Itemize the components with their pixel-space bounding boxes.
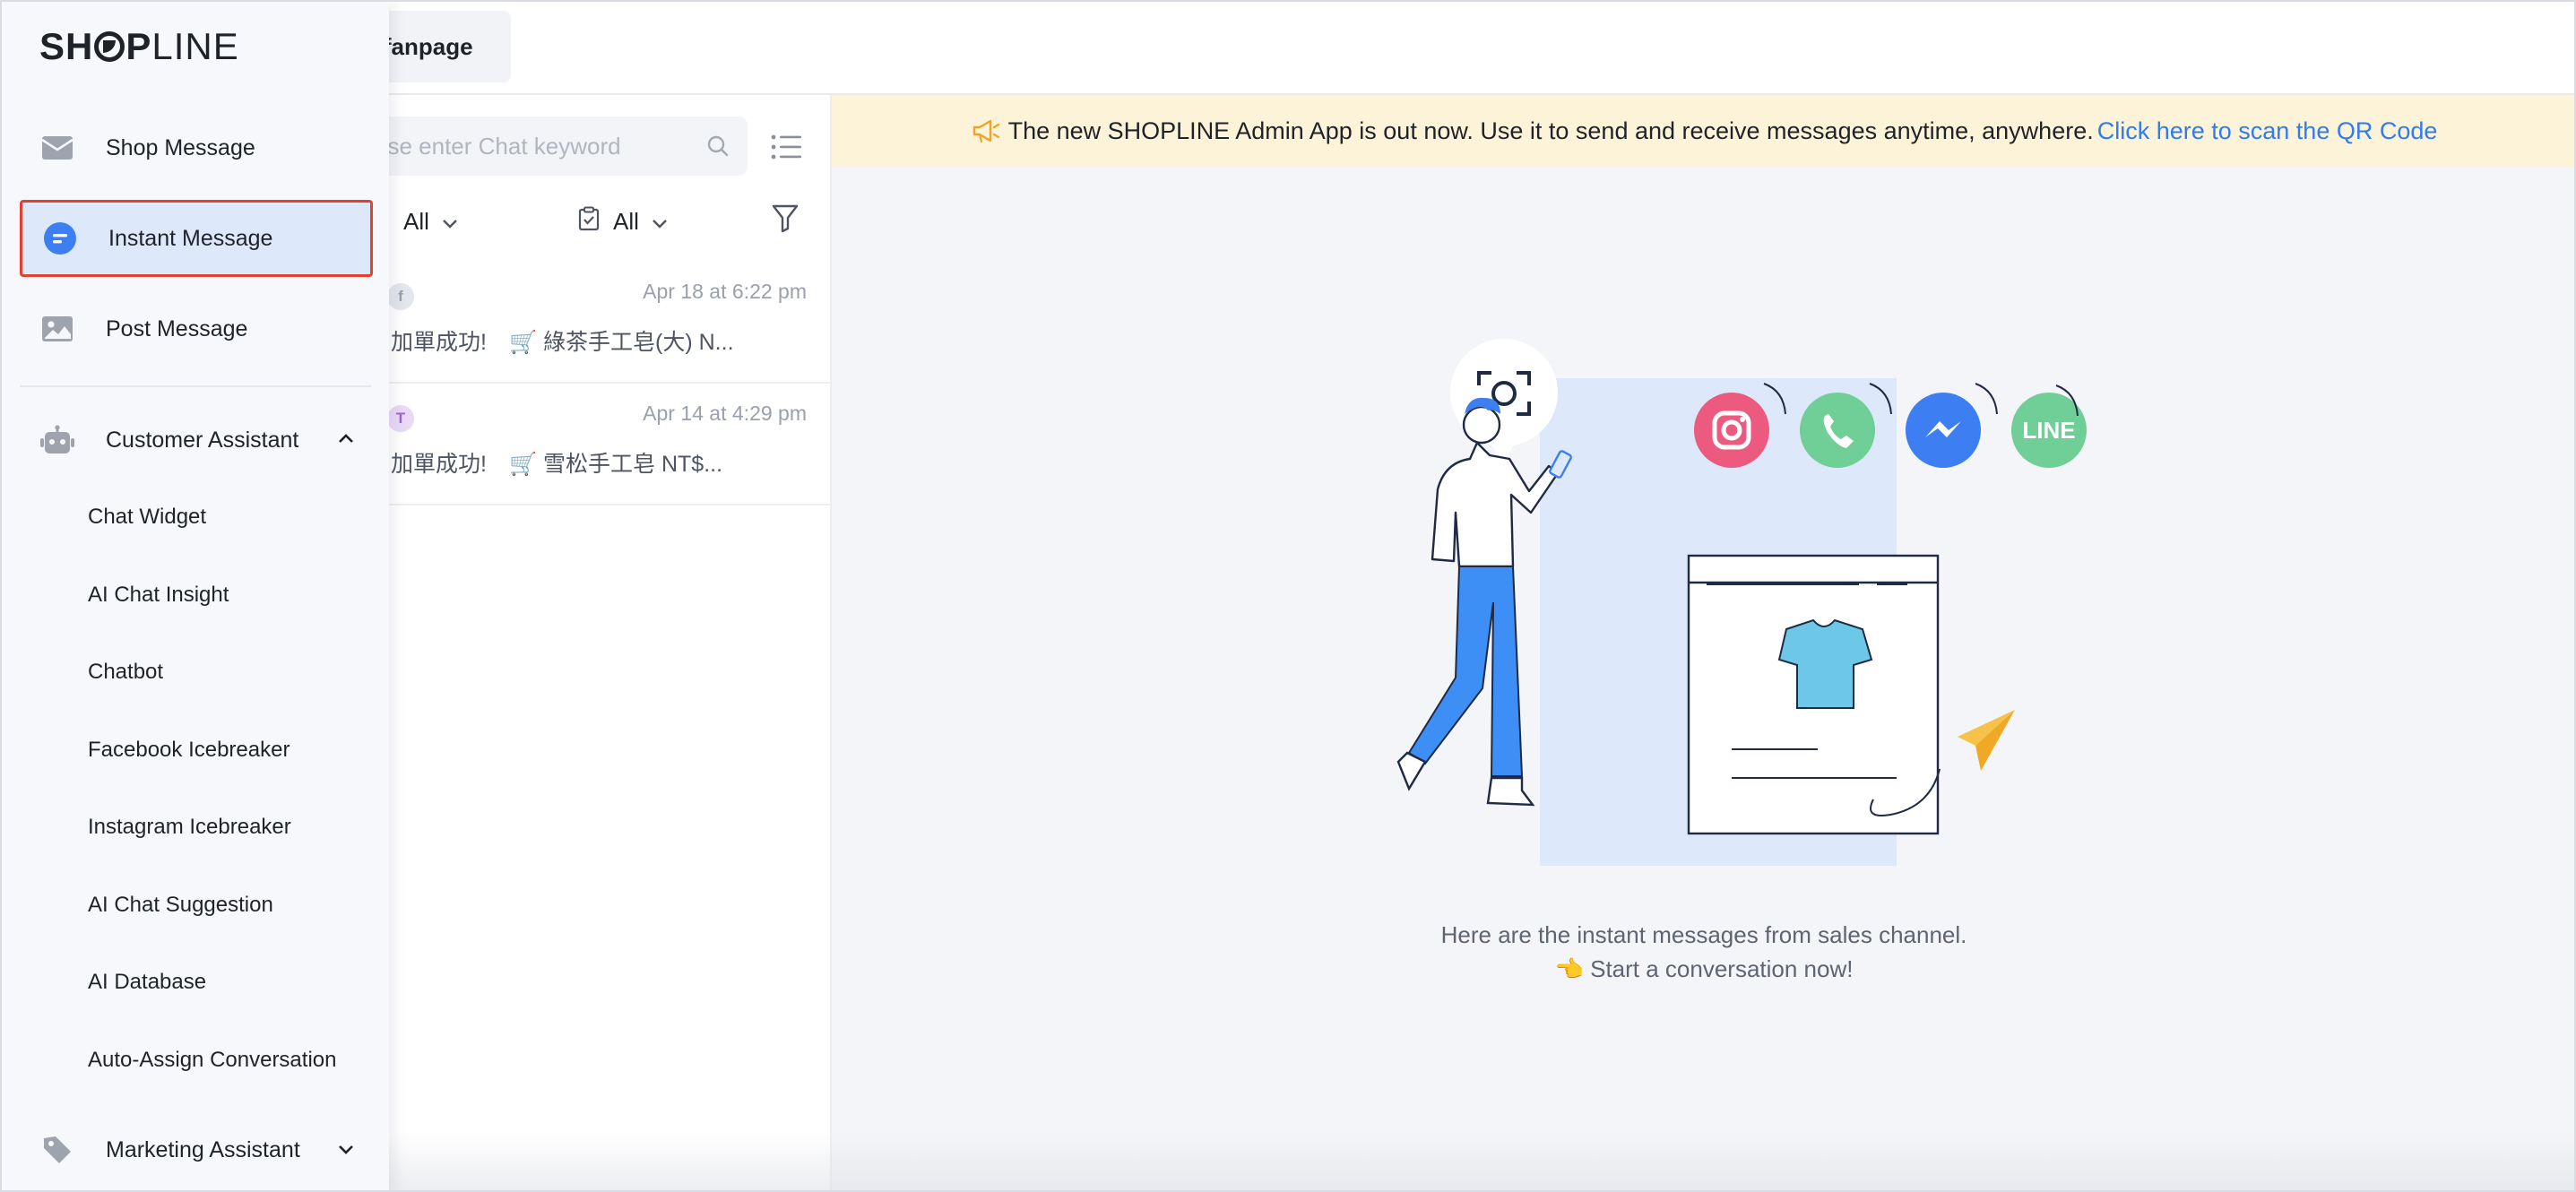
avatar: f	[387, 283, 414, 310]
status-filter-dropdown[interactable]: All	[577, 199, 668, 244]
empty-state-line-1: Here are the instant messages from sales…	[1440, 921, 1967, 948]
message-content-area: The new SHOPLINE Admin App is out now. U…	[832, 95, 2574, 1190]
conversation-preview: 加單成功! 🛒 雪松手工皂 NT$...	[391, 452, 723, 477]
logo-text-bold: SH	[39, 25, 94, 67]
sidebar-group-label: Customer Assistant	[106, 427, 299, 453]
conversation-timestamp: Apr 18 at 6:22 pm	[643, 280, 807, 303]
status-filter-label: All	[613, 207, 639, 235]
sidebar-divider	[20, 385, 371, 387]
chat-search-placeholder: ase enter Chat keyword	[375, 132, 621, 160]
chat-bubble-icon	[42, 220, 78, 256]
bottom-shadow	[389, 1131, 2574, 1190]
sidebar-group-marketing-assistant[interactable]: Marketing Assistant	[20, 1111, 373, 1188]
sidebar-subitem-auto-assign-conversation[interactable]: Auto-Assign Conversation	[88, 1038, 336, 1083]
clipboard-check-icon	[577, 206, 601, 238]
sidebar-navigation: SH P LINE Shop Message Instant Message P…	[2, 2, 389, 1190]
sidebar-subitem-facebook-icebreaker[interactable]: Facebook Icebreaker	[88, 728, 290, 773]
filter-icon[interactable]	[771, 203, 800, 233]
app-announcement-banner: The new SHOPLINE Admin App is out now. U…	[832, 95, 2574, 167]
conversation-preview: 加單成功! 🛒 綠茶手工皂(大) N...	[391, 330, 734, 355]
logo-text-thin: LINE	[151, 25, 239, 67]
megaphone-icon	[971, 117, 1001, 144]
image-icon	[39, 311, 75, 347]
sidebar-subitem-ai-database[interactable]: AI Database	[88, 960, 206, 1005]
empty-state-line-2: 👈 Start a conversation now!	[1554, 955, 1854, 982]
sidebar-group-customer-assistant[interactable]: Customer Assistant	[20, 402, 373, 479]
sidebar-item-label: Shop Message	[106, 134, 255, 160]
chevron-down-icon	[442, 208, 458, 236]
sidebar-subitem-ai-chat-suggestion[interactable]: AI Chat Suggestion	[88, 883, 273, 928]
channel-filter-dropdown[interactable]: All	[403, 199, 458, 244]
sidebar-group-label: Marketing Assistant	[106, 1136, 300, 1162]
signal-arc	[2055, 384, 2079, 416]
sidebar-item-post-message[interactable]: Post Message	[20, 290, 373, 367]
banner-text: The new SHOPLINE Admin App is out now. U…	[1007, 117, 2094, 144]
avatar: T	[387, 405, 414, 432]
sidebar-subitem-chatbot[interactable]: Chatbot	[88, 650, 163, 695]
sidebar-item-shop-message[interactable]: Shop Message	[20, 109, 373, 186]
sidebar-subitem-instagram-icebreaker[interactable]: Instagram Icebreaker	[88, 805, 291, 850]
app-window: t fanpage ase enter Chat keyword All All…	[0, 0, 2576, 1192]
sidebar-subitem-ai-chat-insight[interactable]: AI Chat Insight	[88, 573, 229, 618]
logo-text-bold-2: P	[125, 25, 152, 67]
chat-search-input[interactable]: ase enter Chat keyword	[342, 117, 748, 176]
sidebar-subitem-chat-widget[interactable]: Chat Widget	[88, 495, 206, 540]
channel-filter-label: All	[403, 207, 429, 235]
conversation-timestamp: Apr 14 at 4:29 pm	[643, 402, 807, 425]
sidebar-item-label: Instant Message	[108, 225, 273, 251]
empty-state-illustration	[1396, 339, 2015, 866]
shopline-logo[interactable]: SH P LINE	[39, 25, 239, 68]
search-icon[interactable]	[688, 117, 748, 176]
empty-state-message: Here are the instant messages from sales…	[832, 918, 2574, 986]
envelope-icon	[39, 130, 75, 166]
chevron-up-icon	[335, 428, 357, 450]
messenger-icon	[1906, 383, 1998, 468]
scan-qr-code-link[interactable]: Click here to scan the QR Code	[2097, 117, 2438, 145]
robot-icon	[39, 422, 75, 458]
line-logo-text: LINE	[2022, 417, 2075, 444]
list-view-icon[interactable]	[769, 131, 805, 163]
logo-o-mark	[94, 31, 125, 62]
chevron-down-icon	[335, 1138, 357, 1160]
chevron-down-icon	[652, 208, 668, 236]
tag-icon	[39, 1132, 75, 1168]
sidebar-item-label: Post Message	[106, 315, 248, 341]
sidebar-item-instant-message[interactable]: Instant Message	[20, 200, 373, 277]
